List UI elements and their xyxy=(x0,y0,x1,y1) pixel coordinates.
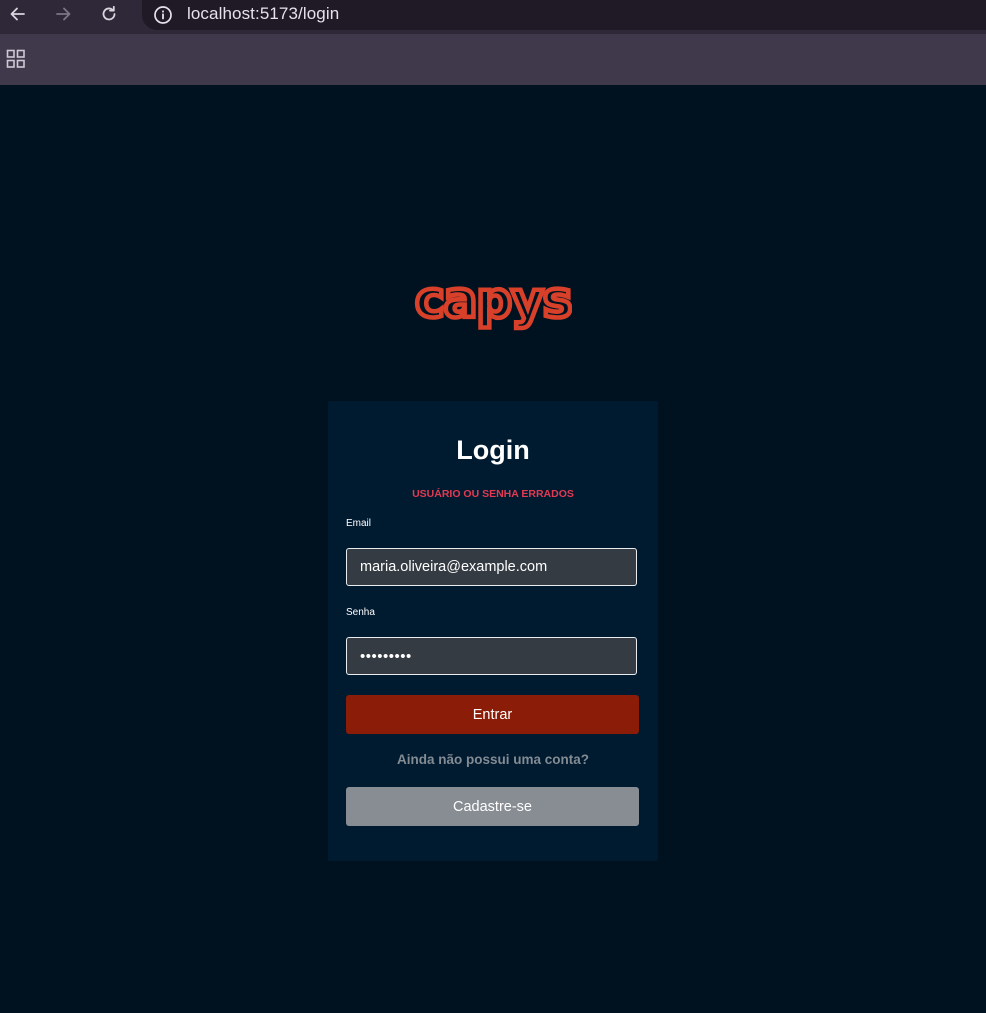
reload-icon xyxy=(102,5,116,21)
arrow-right-icon xyxy=(56,7,71,21)
signup-prompt: Ainda não possui uma conta? xyxy=(396,752,590,767)
email-value: maria.oliveira@example.com xyxy=(360,559,548,575)
login-error-message: USUÁRIO OU SENHA ERRADOS xyxy=(412,488,574,500)
bookmarks-bar xyxy=(0,34,986,85)
info-icon xyxy=(154,6,172,24)
email-field[interactable]: maria.oliveira@example.com xyxy=(346,548,637,586)
site-info-button[interactable] xyxy=(152,4,174,26)
capys-logo: capys xyxy=(413,283,572,331)
login-title: Login xyxy=(456,435,530,465)
browser-toolbar: localhost:5173/login xyxy=(0,0,986,34)
apps-grid-icon[interactable] xyxy=(6,49,26,69)
password-field[interactable]: ••••••••• xyxy=(346,637,637,675)
address-bar[interactable]: localhost:5173/login xyxy=(142,0,986,30)
arrow-left-icon xyxy=(10,7,25,21)
login-submit-button[interactable]: Entrar xyxy=(346,695,639,734)
forward-button[interactable] xyxy=(48,0,78,28)
url-text: localhost:5173/login xyxy=(187,4,340,23)
email-label: Email xyxy=(346,518,372,529)
password-value: ••••••••• xyxy=(360,647,412,665)
reload-button[interactable] xyxy=(94,0,124,28)
back-button[interactable] xyxy=(3,0,33,28)
password-label: Senha xyxy=(346,607,375,618)
logo-text: capys xyxy=(415,283,572,329)
signup-button[interactable]: Cadastre-se xyxy=(346,787,639,826)
login-card: Login USUÁRIO OU SENHA ERRADOS Email mar… xyxy=(328,401,658,861)
